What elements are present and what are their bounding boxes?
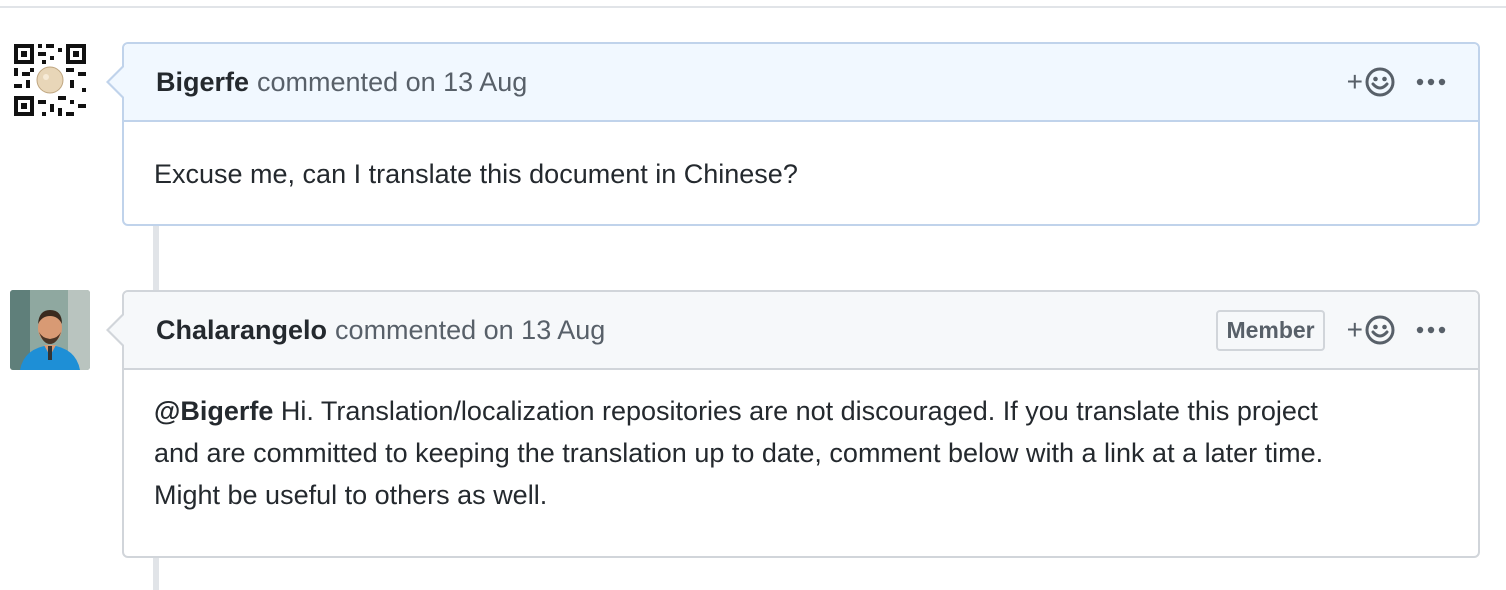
comment-text-line: and are committed to keeping the transla… [154, 438, 1324, 468]
plus-label: + [1346, 314, 1363, 345]
timeline-connector [153, 225, 159, 291]
comment-header: Bigerfe commented on 13 Aug + [106, 44, 1478, 122]
member-badge: Member [1216, 309, 1325, 351]
smiley-icon [1365, 315, 1395, 345]
comment-meta-prefix: commented on [257, 66, 436, 97]
avatar-bigerfe[interactable] [10, 40, 90, 120]
comment-pointer-fill [109, 314, 125, 346]
add-reaction-button[interactable]: + [1347, 314, 1396, 346]
smiley-icon [1365, 67, 1395, 97]
more-options-button[interactable] [1416, 77, 1446, 87]
comment-meta: commented on 13 Aug [257, 67, 527, 98]
add-reaction-button[interactable]: + [1347, 66, 1396, 98]
comment-actions: Member + [1216, 292, 1446, 368]
comment-author-link[interactable]: Chalarangelo [156, 315, 327, 346]
comment-card: Bigerfe commented on 13 Aug + Excuse me,… [106, 42, 1480, 226]
kebab-horizontal-icon [1416, 326, 1446, 334]
comment-meta: commented on 13 Aug [335, 315, 605, 346]
profile-photo-icon [10, 290, 90, 370]
more-options-button[interactable] [1416, 325, 1446, 335]
comment-author-link[interactable]: Bigerfe [156, 67, 249, 98]
comment-text-line: Might be useful to others as well. [154, 480, 548, 510]
comment-text-line: Hi. Translation/localization repositorie… [273, 396, 1318, 426]
comment-date-link[interactable]: 13 Aug [521, 315, 605, 345]
comment-date-link[interactable]: 13 Aug [443, 67, 527, 97]
user-mention-link[interactable]: @Bigerfe [154, 396, 273, 426]
comment-meta-prefix: commented on [335, 314, 514, 345]
comment-header: Chalarangelo commented on 13 Aug Member … [106, 292, 1478, 370]
avatar-chalarangelo[interactable] [10, 290, 90, 370]
comment-actions: + [1347, 44, 1446, 120]
comment-pointer-fill [109, 66, 125, 98]
timeline-top-divider [0, 6, 1506, 8]
kebab-horizontal-icon [1416, 78, 1446, 86]
comment-text: Excuse me, can I translate this document… [154, 159, 798, 189]
comment-body: @Bigerfe Hi. Translation/localization re… [124, 370, 1478, 516]
plus-label: + [1346, 66, 1363, 97]
timeline-connector [153, 557, 159, 590]
comment-body: Excuse me, can I translate this document… [124, 122, 1478, 195]
comment-card: Chalarangelo commented on 13 Aug Member … [106, 290, 1480, 558]
qr-code-icon [10, 40, 90, 120]
